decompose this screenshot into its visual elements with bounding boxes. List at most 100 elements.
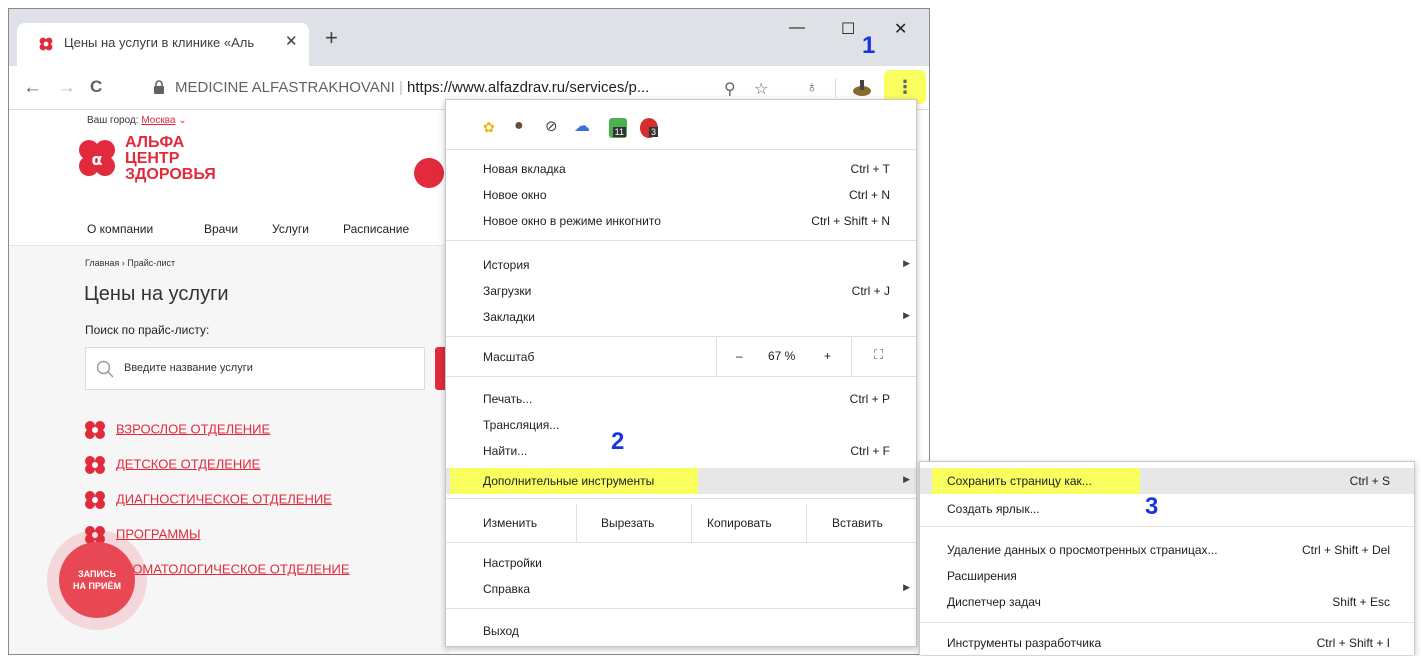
extension-icon[interactable]: ♁ xyxy=(806,79,818,97)
search-label: Поиск по прайс-листу: xyxy=(85,323,210,337)
cookie-extension-icon[interactable]: ● xyxy=(514,117,524,135)
submenu-item-save-page[interactable]: Сохранить страницу как... Ctrl + S xyxy=(920,468,1414,494)
zoom-controls: – 67 % + ⛶ xyxy=(716,338,918,376)
tab-close-icon[interactable]: ✕ xyxy=(285,32,298,50)
menu-item-label: Изменить xyxy=(483,516,538,530)
url-text: https://www.alfazdrav.ru/services/p... xyxy=(407,79,650,96)
menu-separator xyxy=(920,622,1414,623)
menu-separator xyxy=(446,240,916,241)
nav-item-services[interactable]: Услуги xyxy=(272,222,309,236)
zoom-in-button[interactable]: + xyxy=(824,349,831,363)
menu-item-edit: Изменить Вырезать Копировать Вставить xyxy=(446,504,916,542)
menu-separator xyxy=(446,336,916,337)
menu-item-label: Выход xyxy=(483,624,519,638)
new-tab-button[interactable]: + xyxy=(325,25,338,51)
menu-item-label: Новое окно в режиме инкогнито xyxy=(483,214,661,228)
category-label: ДЕТСКОЕ ОТДЕЛЕНИЕ xyxy=(116,456,261,472)
block-extension-icon[interactable]: ⊘ xyxy=(545,117,558,135)
cut-button[interactable]: Вырезать xyxy=(576,504,691,542)
forward-button[interactable]: → xyxy=(57,77,76,99)
menu-item-help[interactable]: Справка ▶ xyxy=(446,576,916,602)
extension-badge: 3 xyxy=(648,127,658,137)
menu-item-label: Закладки xyxy=(483,310,535,324)
appointment-fab[interactable]: ЗАПИСЬ НА ПРИЁМ xyxy=(47,530,147,630)
menu-separator xyxy=(446,542,916,543)
nav-item-schedule[interactable]: Расписание xyxy=(343,222,409,236)
menu-item-exit[interactable]: Выход xyxy=(446,618,916,644)
menu-item-more-tools[interactable]: Дополнительные инструменты ▶ xyxy=(446,468,916,494)
paw-extension-icon[interactable]: ✿ xyxy=(483,119,495,136)
menu-item-settings[interactable]: Настройки xyxy=(446,550,916,576)
nav-item-doctors[interactable]: Врачи xyxy=(204,222,238,236)
category-logo-icon xyxy=(85,491,105,509)
menu-item-label: Печать... xyxy=(483,392,533,406)
address-bar[interactable]: MEDICINE ALFASTRAKHOVANI | https://www.a… xyxy=(175,79,649,96)
zoom-icon[interactable]: ⚲ xyxy=(724,79,736,99)
nav-item-about[interactable]: О компании xyxy=(87,222,153,236)
logo-icon[interactable]: α xyxy=(77,138,117,178)
menu-separator xyxy=(446,608,916,609)
menu-item-incognito[interactable]: Новое окно в режиме инкогнито Ctrl + Shi… xyxy=(446,208,916,234)
city-link[interactable]: Москва xyxy=(141,115,175,126)
menu-item-cast[interactable]: Трансляция... xyxy=(446,412,916,438)
menu-separator xyxy=(446,149,916,150)
minimize-button[interactable]: — xyxy=(789,19,805,37)
category-link[interactable]: ВЗРОСЛОЕ ОТДЕЛЕНИЕ xyxy=(84,421,270,439)
menu-separator xyxy=(920,526,1414,527)
window-close-button[interactable]: ✕ xyxy=(894,19,907,39)
submenu-item-shortcut: Ctrl + S xyxy=(1349,474,1390,488)
menu-item-downloads[interactable]: Загрузки Ctrl + J xyxy=(446,278,916,304)
tab-strip: Цены на услуги в клинике «Аль ✕ + — ☐ ✕ xyxy=(9,9,929,66)
menu-item-new-window[interactable]: Новое окно Ctrl + N xyxy=(446,182,916,208)
checkmark-extension-icon[interactable]: 11 xyxy=(609,118,627,138)
adblock-extension-icon[interactable]: 3 xyxy=(640,118,658,138)
menu-item-label: Масштаб xyxy=(483,350,535,364)
logo-line: ЗДОРОВЬЯ xyxy=(125,166,216,183)
category-link[interactable]: ДИАГНОСТИЧЕСКОЕ ОТДЕЛЕНИЕ xyxy=(84,491,332,509)
svg-text:α: α xyxy=(92,150,103,169)
star-icon[interactable]: ☆ xyxy=(754,79,768,99)
submenu-arrow-icon: ▶ xyxy=(903,258,910,268)
fullscreen-icon[interactable]: ⛶ xyxy=(874,347,883,363)
appointment-icon[interactable] xyxy=(414,158,444,188)
paste-button[interactable]: Вставить xyxy=(806,504,918,542)
menu-item-find[interactable]: Найти... Ctrl + F xyxy=(446,438,916,464)
submenu-item-task-manager[interactable]: Диспетчер задач Shift + Esc xyxy=(920,589,1414,615)
copy-button[interactable]: Копировать xyxy=(691,504,806,542)
back-button[interactable]: ← xyxy=(23,77,42,99)
zoom-out-button[interactable]: – xyxy=(736,349,743,363)
tab-title: Цены на услуги в клинике «Аль xyxy=(64,35,255,50)
menu-item-new-tab[interactable]: Новая вкладка Ctrl + T xyxy=(446,156,916,182)
appointment-fab-button[interactable]: ЗАПИСЬ НА ПРИЁМ xyxy=(59,542,135,618)
logo-text[interactable]: АЛЬФА ЦЕНТР ЗДОРОВЬЯ xyxy=(125,135,216,183)
maximize-button[interactable]: ☐ xyxy=(841,19,855,39)
tab-active[interactable]: Цены на услуги в клинике «Аль ✕ xyxy=(17,23,309,66)
menu-item-label: Трансляция... xyxy=(483,418,560,432)
lock-icon[interactable] xyxy=(153,80,165,95)
submenu-item-create-shortcut[interactable]: Создать ярлык... xyxy=(920,496,1414,522)
city-selector[interactable]: Ваш город: Москва ⌄ xyxy=(87,115,187,126)
search-placeholder: Введите название услуги xyxy=(124,362,253,374)
menu-item-print[interactable]: Печать... Ctrl + P xyxy=(446,386,916,412)
cloud-extension-icon[interactable]: ☁ xyxy=(574,116,590,136)
menu-item-label: Новая вкладка xyxy=(483,162,566,176)
favicon-icon xyxy=(39,37,53,51)
avatar-icon[interactable] xyxy=(851,78,873,98)
reload-button[interactable]: C xyxy=(90,77,102,97)
menu-item-bookmarks[interactable]: Закладки ▶ xyxy=(446,304,916,330)
menu-item-label: Дополнительные инструменты xyxy=(483,474,655,488)
cut-label: Вырезать xyxy=(601,516,655,530)
search-input[interactable]: Введите название услуги xyxy=(85,347,425,390)
submenu-item-dev-tools[interactable]: Инструменты разработчика Ctrl + Shift + … xyxy=(920,630,1414,656)
extension-icons-row: ✿ ● ⊘ ☁ 11 3 xyxy=(483,116,723,138)
submenu-item-extensions[interactable]: Расширения xyxy=(920,563,1414,589)
category-link[interactable]: ДЕТСКОЕ ОТДЕЛЕНИЕ xyxy=(84,456,260,474)
breadcrumb[interactable]: Главная › Прайс-лист xyxy=(85,258,175,268)
submenu-item-label: Удаление данных о просмотренных страница… xyxy=(947,543,1218,557)
site-name: MEDICINE ALFASTRAKHOVANI xyxy=(175,79,395,96)
page-title: Цены на услуги xyxy=(84,283,229,305)
menu-item-label: Настройки xyxy=(483,556,542,570)
submenu-item-clear-data[interactable]: Удаление данных о просмотренных страница… xyxy=(920,537,1414,563)
submenu-item-shortcut: Ctrl + Shift + Del xyxy=(1301,543,1390,557)
menu-item-history[interactable]: История ▶ xyxy=(446,252,916,278)
